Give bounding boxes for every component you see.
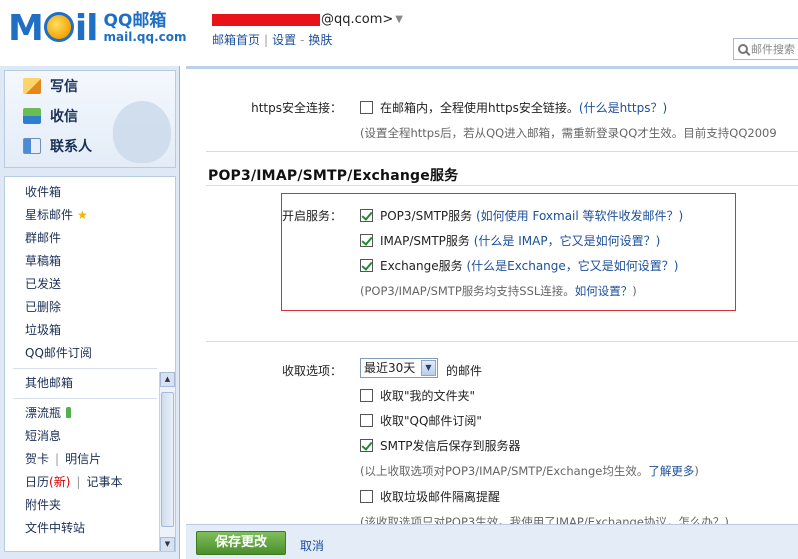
logo-domain: mail.qq.com [103,30,187,44]
divider [206,185,798,186]
spam-alert-option: 收取垃圾邮件隔离提醒 [360,488,500,505]
sidebar-item-sms[interactable]: 短消息 [5,425,175,448]
subscriptions-checkbox[interactable] [360,414,373,427]
divider [206,341,798,342]
account-switcher[interactable]: @qq.com> ▼ [212,12,403,27]
top-header: Mil QQ邮箱 mail.qq.com @qq.com> ▼ 邮箱首页 | 设置 -… [0,0,798,66]
sidebar-item-other-mailbox[interactable]: 其他邮箱 [5,372,175,395]
divider: | [264,33,269,47]
https-hint: (设置全程https后，若从QQ进入邮箱，需重新登录QQ才生效。目前支持QQ20… [360,126,777,140]
contact-card-icon [23,138,41,154]
learn-more-link[interactable]: 了解更多 [648,464,694,478]
bottle-icon [66,407,72,418]
sidebar-item-file-transfer[interactable]: 文件中转站 [5,517,175,540]
star-icon: ★ [77,208,88,222]
chevron-down-icon[interactable]: ▼ [421,360,436,376]
sidebar-item-drafts[interactable]: 草稿箱 [5,250,175,273]
my-folders-option: 收取"我的文件夹" [360,387,475,404]
smtp-save-option: SMTP发信后保存到服务器 [360,437,521,454]
switch-skin-link[interactable]: 换肤 [308,33,332,47]
imap-option: IMAP/SMTP服务 (什么是 IMAP，它又是如何设置？) [360,232,660,249]
sidebar-item-calendar-notes: 日历(新) | 记事本 [5,471,175,494]
pop3-help-link[interactable]: (如何使用 Foxmail 等软件收发邮件？) [476,209,683,223]
divider: | [76,475,81,489]
write-button[interactable]: 写信 [5,71,175,101]
compose-icon [23,78,41,94]
sidebar-item-cards: 贺卡 | 明信片 [5,448,175,471]
sidebar-item-deleted[interactable]: 已删除 [5,296,175,319]
inbox-download-icon [23,108,41,124]
what-is-https-link[interactable]: (什么是https？) [579,101,667,115]
chevron-down-icon[interactable]: ▼ [395,14,403,25]
scroll-down-icon[interactable]: ▼ [160,537,175,551]
penguin-watermark-icon [113,101,171,163]
https-label: https安全连接： [251,101,342,115]
redacted-account-name [212,13,320,26]
new-badge: (新) [49,475,71,489]
divider: | [55,452,60,466]
search-placeholder: 邮件搜索 [751,43,795,56]
scope-hint: (以上收取选项对POP3/IMAP/SMTP/Exchange均生效。了解更多) [360,464,699,478]
sidebar-item-starred[interactable]: 星标邮件 ★ [5,204,175,227]
https-option: 在邮箱内，全程使用https安全链接。(什么是https？) [360,99,667,116]
settings-scroll-area: https安全连接： 在邮箱内，全程使用https安全链接。(什么是https？… [186,69,798,524]
pop3-option: POP3/SMTP服务 (如何使用 Foxmail 等软件收发邮件？) [360,207,683,224]
home-link[interactable]: 邮箱首页 [212,33,260,47]
receive-label: 收取选项： [281,364,342,378]
logo-wordmark: Mil [8,8,99,49]
sidebar-item-subscriptions[interactable]: QQ邮件订阅 [5,342,175,365]
folder-list: 收件箱 星标邮件 ★ 群邮件 草稿箱 已发送 已删除 垃圾箱 QQ邮件订阅 其他邮… [4,176,176,552]
logo-cn: QQ邮箱 [103,11,167,31]
scroll-up-icon[interactable]: ▲ [160,372,175,387]
left-sidebar: 写信 收信 联系人 收件箱 星标邮件 ★ 群邮件 草稿箱 已发送 已删除 垃圾箱 … [0,66,180,559]
sidebar-item-sent[interactable]: 已发送 [5,273,175,296]
service-label: 开启服务： [281,209,342,223]
bottom-hint: (该收取选项只对POP3生效。我使用了IMAP/Exchange协议，怎么办？) [360,515,729,524]
settings-link[interactable]: 设置 [272,33,296,47]
my-folders-checkbox[interactable] [360,389,373,402]
exchange-option: Exchange服务 (什么是Exchange，它又是如何设置？) [360,257,678,274]
postcard-link[interactable]: 明信片 [65,452,101,466]
sidebar-item-spam[interactable]: 垃圾箱 [5,319,175,342]
logo-bell-icon [43,12,74,42]
exchange-checkbox[interactable] [360,259,373,272]
top-links: 邮箱首页 | 设置 - 换肤 [212,31,332,48]
save-button[interactable]: 保存更改 [196,531,286,555]
imap-help-link[interactable]: (什么是 IMAP，它又是如何设置？) [474,234,661,248]
search-input[interactable]: 邮件搜索 [733,38,798,60]
account-suffix: @qq.com> [321,12,394,27]
divider: - [300,33,305,47]
section-title-pop3: POP3/IMAP/SMTP/Exchange服务 [208,168,459,184]
sidebar-item-bottle[interactable]: 漂流瓶 [5,402,175,425]
subscriptions-option: 收取"QQ邮件订阅" [360,412,482,429]
receive-period-suffix: 的邮件 [446,364,483,378]
sidebar-scrollbar[interactable]: ▲ ▼ [159,372,175,551]
exchange-help-link[interactable]: (什么是Exchange，它又是如何设置？) [466,259,678,273]
sidebar-item-attachments[interactable]: 附件夹 [5,494,175,517]
qq-mail-logo[interactable]: Mil QQ邮箱 mail.qq.com [8,9,187,49]
search-icon [738,44,748,54]
spam-alert-checkbox[interactable] [360,490,373,503]
quick-actions: 写信 收信 联系人 [4,70,176,168]
imap-checkbox[interactable] [360,234,373,247]
settings-panel: https安全连接： 在邮箱内，全程使用https安全链接。(什么是https？… [186,66,798,559]
divider [13,398,157,399]
action-footer: 保存更改 取消 [186,524,798,559]
divider [13,368,157,369]
ssl-setup-link[interactable]: 如何设置？ [575,284,633,298]
cancel-link[interactable]: 取消 [300,537,324,554]
pop3-checkbox[interactable] [360,209,373,222]
divider [206,151,798,152]
https-checkbox[interactable] [360,101,373,114]
receive-period-select[interactable]: 最近30天 ▼ [360,358,438,378]
calendar-link[interactable]: 日历(新) [25,475,70,489]
notes-link[interactable]: 记事本 [86,475,122,489]
ssl-hint: (POP3/IMAP/SMTP服务均支持SSL连接。如何设置？) [360,284,637,298]
sidebar-item-group[interactable]: 群邮件 [5,227,175,250]
scroll-thumb[interactable] [161,392,174,527]
smtp-save-checkbox[interactable] [360,439,373,452]
sidebar-item-inbox[interactable]: 收件箱 [5,181,175,204]
greeting-card-link[interactable]: 贺卡 [25,452,49,466]
logo-text: QQ邮箱 mail.qq.com [104,13,187,45]
